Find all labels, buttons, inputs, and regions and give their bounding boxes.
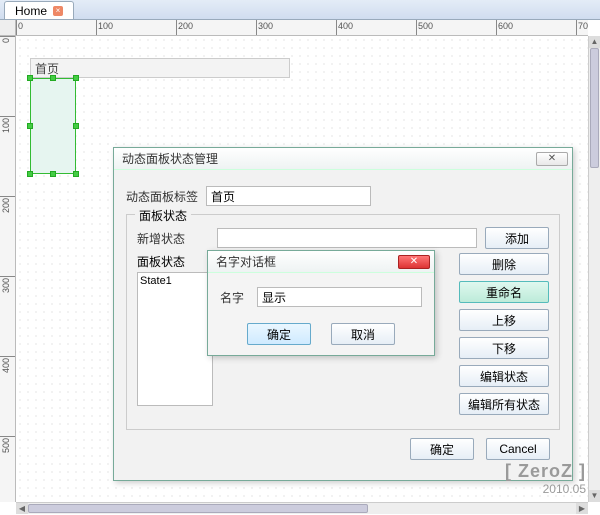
name-input[interactable] [257, 287, 422, 307]
resize-handle[interactable] [27, 75, 33, 81]
scrollbar-horizontal[interactable]: ◀ ▶ [16, 502, 588, 514]
panel-label: 首页 [35, 60, 59, 77]
ruler-vertical: 0100200300400500 [0, 36, 16, 502]
watermark-date: 2010.05 [505, 482, 586, 496]
ok-button[interactable]: 确定 [247, 323, 311, 345]
dynamic-panel-selected[interactable] [30, 78, 76, 174]
resize-handle[interactable] [27, 171, 33, 177]
label-state-list: 面板状态 [137, 253, 213, 270]
resize-handle[interactable] [73, 75, 79, 81]
close-icon[interactable]: ✕ [536, 152, 568, 166]
resize-handle[interactable] [73, 171, 79, 177]
arrow-left-icon[interactable]: ◀ [16, 503, 28, 514]
scroll-thumb[interactable] [590, 48, 599, 168]
dialog-name: 名字对话框 ✕ 名字 确定 取消 [207, 250, 435, 356]
group-legend: 面板状态 [135, 207, 191, 224]
edit-all-states-button[interactable]: 编辑所有状态 [459, 393, 549, 415]
label-new-state: 新增状态 [137, 230, 209, 247]
arrow-down-icon[interactable]: ▼ [589, 490, 600, 502]
dynamic-panel-header-strip: 首页 [30, 58, 290, 78]
titlebar[interactable]: 动态面板状态管理 ✕ [114, 148, 572, 170]
label-panel-tag: 动态面板标签 [126, 188, 198, 205]
panel-tag-input[interactable] [206, 186, 371, 206]
close-icon[interactable]: × [53, 6, 63, 16]
tab-bar: Home × [0, 0, 600, 20]
resize-handle[interactable] [73, 123, 79, 129]
titlebar[interactable]: 名字对话框 ✕ [208, 251, 434, 273]
ok-button[interactable]: 确定 [410, 438, 474, 460]
editor-main: 0100200300400500600700 0100200300400500 … [0, 20, 600, 514]
list-item[interactable]: State1 [140, 275, 210, 287]
panel-header-bar: 首页 [30, 58, 290, 78]
arrow-right-icon[interactable]: ▶ [576, 503, 588, 514]
ruler-corner [0, 20, 16, 36]
move-up-button[interactable]: 上移 [459, 309, 549, 331]
scrollbar-vertical[interactable]: ▲ ▼ [588, 36, 600, 502]
move-down-button[interactable]: 下移 [459, 337, 549, 359]
resize-handle[interactable] [50, 171, 56, 177]
cancel-button[interactable]: Cancel [486, 438, 550, 460]
tab-label: Home [15, 4, 47, 18]
dialog-title: 名字对话框 [216, 253, 276, 270]
state-listbox[interactable]: State1 [137, 272, 213, 406]
edit-state-button[interactable]: 编辑状态 [459, 365, 549, 387]
new-state-input[interactable] [217, 228, 477, 248]
ruler-horizontal: 0100200300400500600700 [16, 20, 588, 36]
resize-handle[interactable] [50, 75, 56, 81]
close-icon[interactable]: ✕ [398, 255, 430, 269]
tab-home[interactable]: Home × [4, 1, 74, 19]
delete-button[interactable]: 删除 [459, 253, 549, 275]
add-button[interactable]: 添加 [485, 227, 549, 249]
dialog-title: 动态面板状态管理 [122, 150, 218, 167]
rename-button[interactable]: 重命名 [459, 281, 549, 303]
watermark: [ ZeroZ ] 2010.05 [505, 461, 586, 496]
cancel-button[interactable]: 取消 [331, 323, 395, 345]
resize-handle[interactable] [27, 123, 33, 129]
arrow-up-icon[interactable]: ▲ [589, 36, 600, 48]
scroll-thumb[interactable] [28, 504, 368, 513]
watermark-text: [ ZeroZ ] [505, 461, 586, 482]
label-name: 名字 [220, 289, 249, 306]
